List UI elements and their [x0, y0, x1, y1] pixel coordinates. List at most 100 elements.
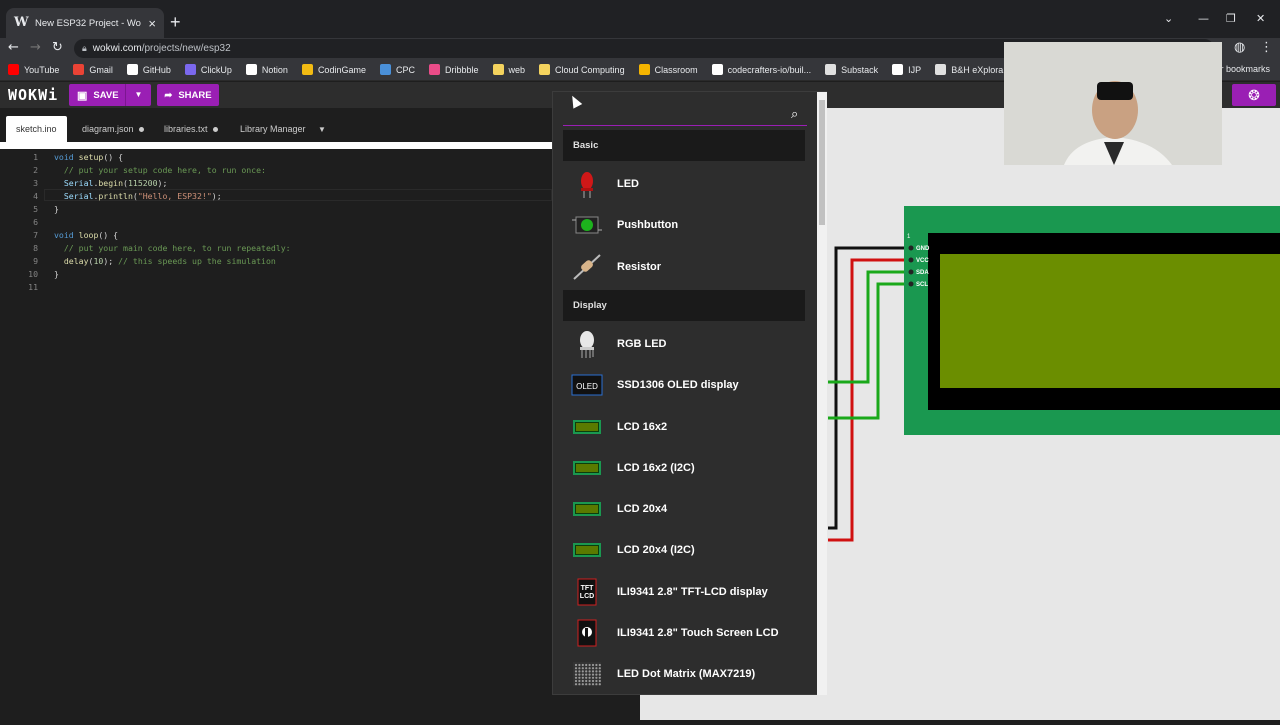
part-item[interactable]: LED — [563, 165, 805, 203]
rgb-led-icon — [569, 329, 605, 359]
part-label: LCD 20x4 — [617, 503, 668, 516]
part-item[interactable]: LED Dot Matrix (MAX7219) — [563, 655, 805, 693]
tab-sketch-ino[interactable]: sketch.ino — [6, 116, 67, 142]
browser-menu-icon[interactable]: ⋮ — [1260, 40, 1273, 55]
part-label: Pushbutton — [617, 219, 679, 232]
svg-text:OLED: OLED — [576, 382, 598, 391]
lcd-icon — [569, 535, 605, 565]
editor-divider — [0, 142, 552, 149]
bookmark-label: B&H eXplora — [951, 64, 1004, 75]
code-line: Serial.println("Hello, ESP32!"); — [63, 191, 222, 201]
close-window-icon[interactable]: ✕ — [1256, 12, 1265, 25]
part-item[interactable]: LCD 20x4 (I2C) — [563, 531, 805, 569]
other-bookmarks[interactable]: er bookmarks — [1215, 64, 1270, 74]
share-button[interactable]: ➦ SHARE — [157, 84, 219, 106]
part-item[interactable]: LCD 16x2 (I2C) — [563, 449, 805, 487]
tab-label: sketch.ino — [16, 124, 57, 134]
bookmark-label: IJP — [908, 64, 922, 75]
profile-icon[interactable]: ◍ — [1234, 40, 1245, 55]
part-item[interactable]: Resistor — [563, 248, 805, 286]
minimize-icon[interactable]: — — [1198, 12, 1209, 25]
tab-library-manager[interactable]: Library Manager — [230, 116, 316, 142]
part-search-input[interactable] — [563, 107, 783, 125]
close-tab-icon[interactable]: × — [148, 16, 156, 31]
bookmark-item[interactable]: B&H eXplora — [935, 64, 1003, 75]
bookmark-item[interactable]: Dribbble — [428, 64, 479, 75]
bookmark-item[interactable]: Substack — [825, 64, 878, 75]
bookmark-item[interactable]: YouTube — [8, 64, 59, 75]
tab-diagram-json[interactable]: diagram.json — [72, 116, 154, 142]
part-item[interactable]: Pushbutton — [563, 206, 805, 244]
tab-search-icon[interactable]: ⌄ — [1164, 12, 1173, 25]
restore-icon[interactable]: ❐ — [1226, 12, 1236, 25]
touch-tft-icon — [569, 618, 605, 648]
scrollbar-thumb[interactable] — [819, 100, 825, 225]
bookmark-label: Cloud Computing — [555, 64, 625, 75]
bookmark-item[interactable]: web — [492, 64, 525, 75]
part-label: LED — [617, 178, 639, 190]
tft-icon: TFT LCD — [569, 577, 605, 607]
bookmark-item[interactable]: CodinGame — [301, 64, 366, 75]
chevron-down-icon[interactable]: ▼ — [318, 125, 326, 134]
save-button[interactable]: ▣ SAVE ▼ — [69, 84, 151, 106]
part-item[interactable]: TFT LCD ILI9341 2.8" TFT-LCD display — [563, 573, 805, 611]
bookmark-item[interactable]: GitHub — [126, 64, 171, 75]
line-number: 9 — [33, 256, 38, 266]
bookmark-label: CodinGame — [317, 64, 366, 75]
youtube-icon — [8, 64, 19, 75]
code-editor[interactable]: 1 2 3 4 5 6 7 8 9 10 11 void setup() { // put your… — [0, 150, 552, 720]
sda-wire — [828, 270, 908, 384]
new-tab-icon[interactable]: + — [170, 13, 181, 31]
bookmark-label: Gmail — [89, 64, 113, 75]
ijp-icon — [892, 64, 904, 75]
tab-libraries-txt[interactable]: libraries.txt — [154, 116, 228, 142]
browser-tab-strip: W New ESP32 Project - Wokwi Simu × + ⌄ —… — [0, 0, 1280, 38]
forward-icon[interactable]: → — [30, 40, 41, 55]
part-item[interactable]: LCD 16x2 — [563, 408, 805, 446]
bookmark-label: GitHub — [142, 64, 171, 75]
category-header: Basic — [563, 130, 805, 161]
line-number: 1 — [33, 152, 38, 162]
lcd-icon — [569, 453, 605, 483]
url-text: wokwi.com/projects/new/esp32 — [92, 43, 231, 54]
bh-icon — [935, 64, 947, 75]
bookmark-item[interactable]: ClickUp — [184, 64, 232, 75]
lcd-icon — [569, 412, 605, 442]
bookmark-item[interactable]: codecrafters-io/buil... — [711, 64, 811, 75]
search-icon[interactable]: ⌕ — [791, 107, 798, 122]
bookmark-item[interactable]: IJP — [892, 64, 921, 75]
gmail-icon — [73, 64, 85, 75]
bookmark-item[interactable]: Notion — [245, 64, 288, 75]
part-item[interactable]: OLED SSD1306 OLED display — [563, 366, 805, 404]
bookmark-label: CPC — [395, 64, 415, 75]
bookmark-item[interactable]: Gmail — [73, 64, 113, 75]
code-line: void loop() { — [54, 230, 119, 240]
reload-icon[interactable]: ↻ — [52, 40, 63, 55]
code-line: // put your setup code here, to run once… — [63, 165, 266, 175]
bookmark-item[interactable]: CPC — [379, 64, 415, 75]
line-number: 11 — [28, 282, 38, 292]
bookmark-label: Substack — [841, 64, 879, 75]
share-label: SHARE — [178, 89, 212, 101]
part-item[interactable]: LCD 20x4 — [563, 490, 805, 528]
save-label: SAVE — [93, 89, 119, 101]
bookmark-item[interactable]: Classroom — [638, 64, 698, 75]
pin-label: GND — [916, 246, 930, 252]
back-icon[interactable]: ← — [8, 40, 19, 55]
bookmark-item[interactable]: Cloud Computing — [539, 64, 625, 75]
pin-hole — [908, 245, 914, 251]
line-number: 8 — [33, 243, 38, 253]
part-search-field[interactable] — [563, 106, 807, 126]
browser-tab[interactable]: W New ESP32 Project - Wokwi Simu × — [6, 8, 164, 38]
save-dropdown-icon[interactable]: ▼ — [125, 84, 151, 106]
user-avatar-icon[interactable]: ❂ — [1232, 84, 1276, 106]
part-label: RGB LED — [617, 337, 667, 350]
wokwi-logo[interactable]: WOKWi — [8, 86, 58, 104]
share-icon: ➦ — [164, 89, 173, 101]
pushbutton-icon — [569, 210, 605, 240]
line-number: 7 — [33, 230, 38, 240]
part-item[interactable]: RGB LED — [563, 325, 805, 363]
part-item[interactable]: ILI9341 2.8" Touch Screen LCD — [563, 614, 805, 652]
pin-hole — [908, 269, 914, 275]
wokwi-favicon-icon: W — [14, 15, 29, 30]
